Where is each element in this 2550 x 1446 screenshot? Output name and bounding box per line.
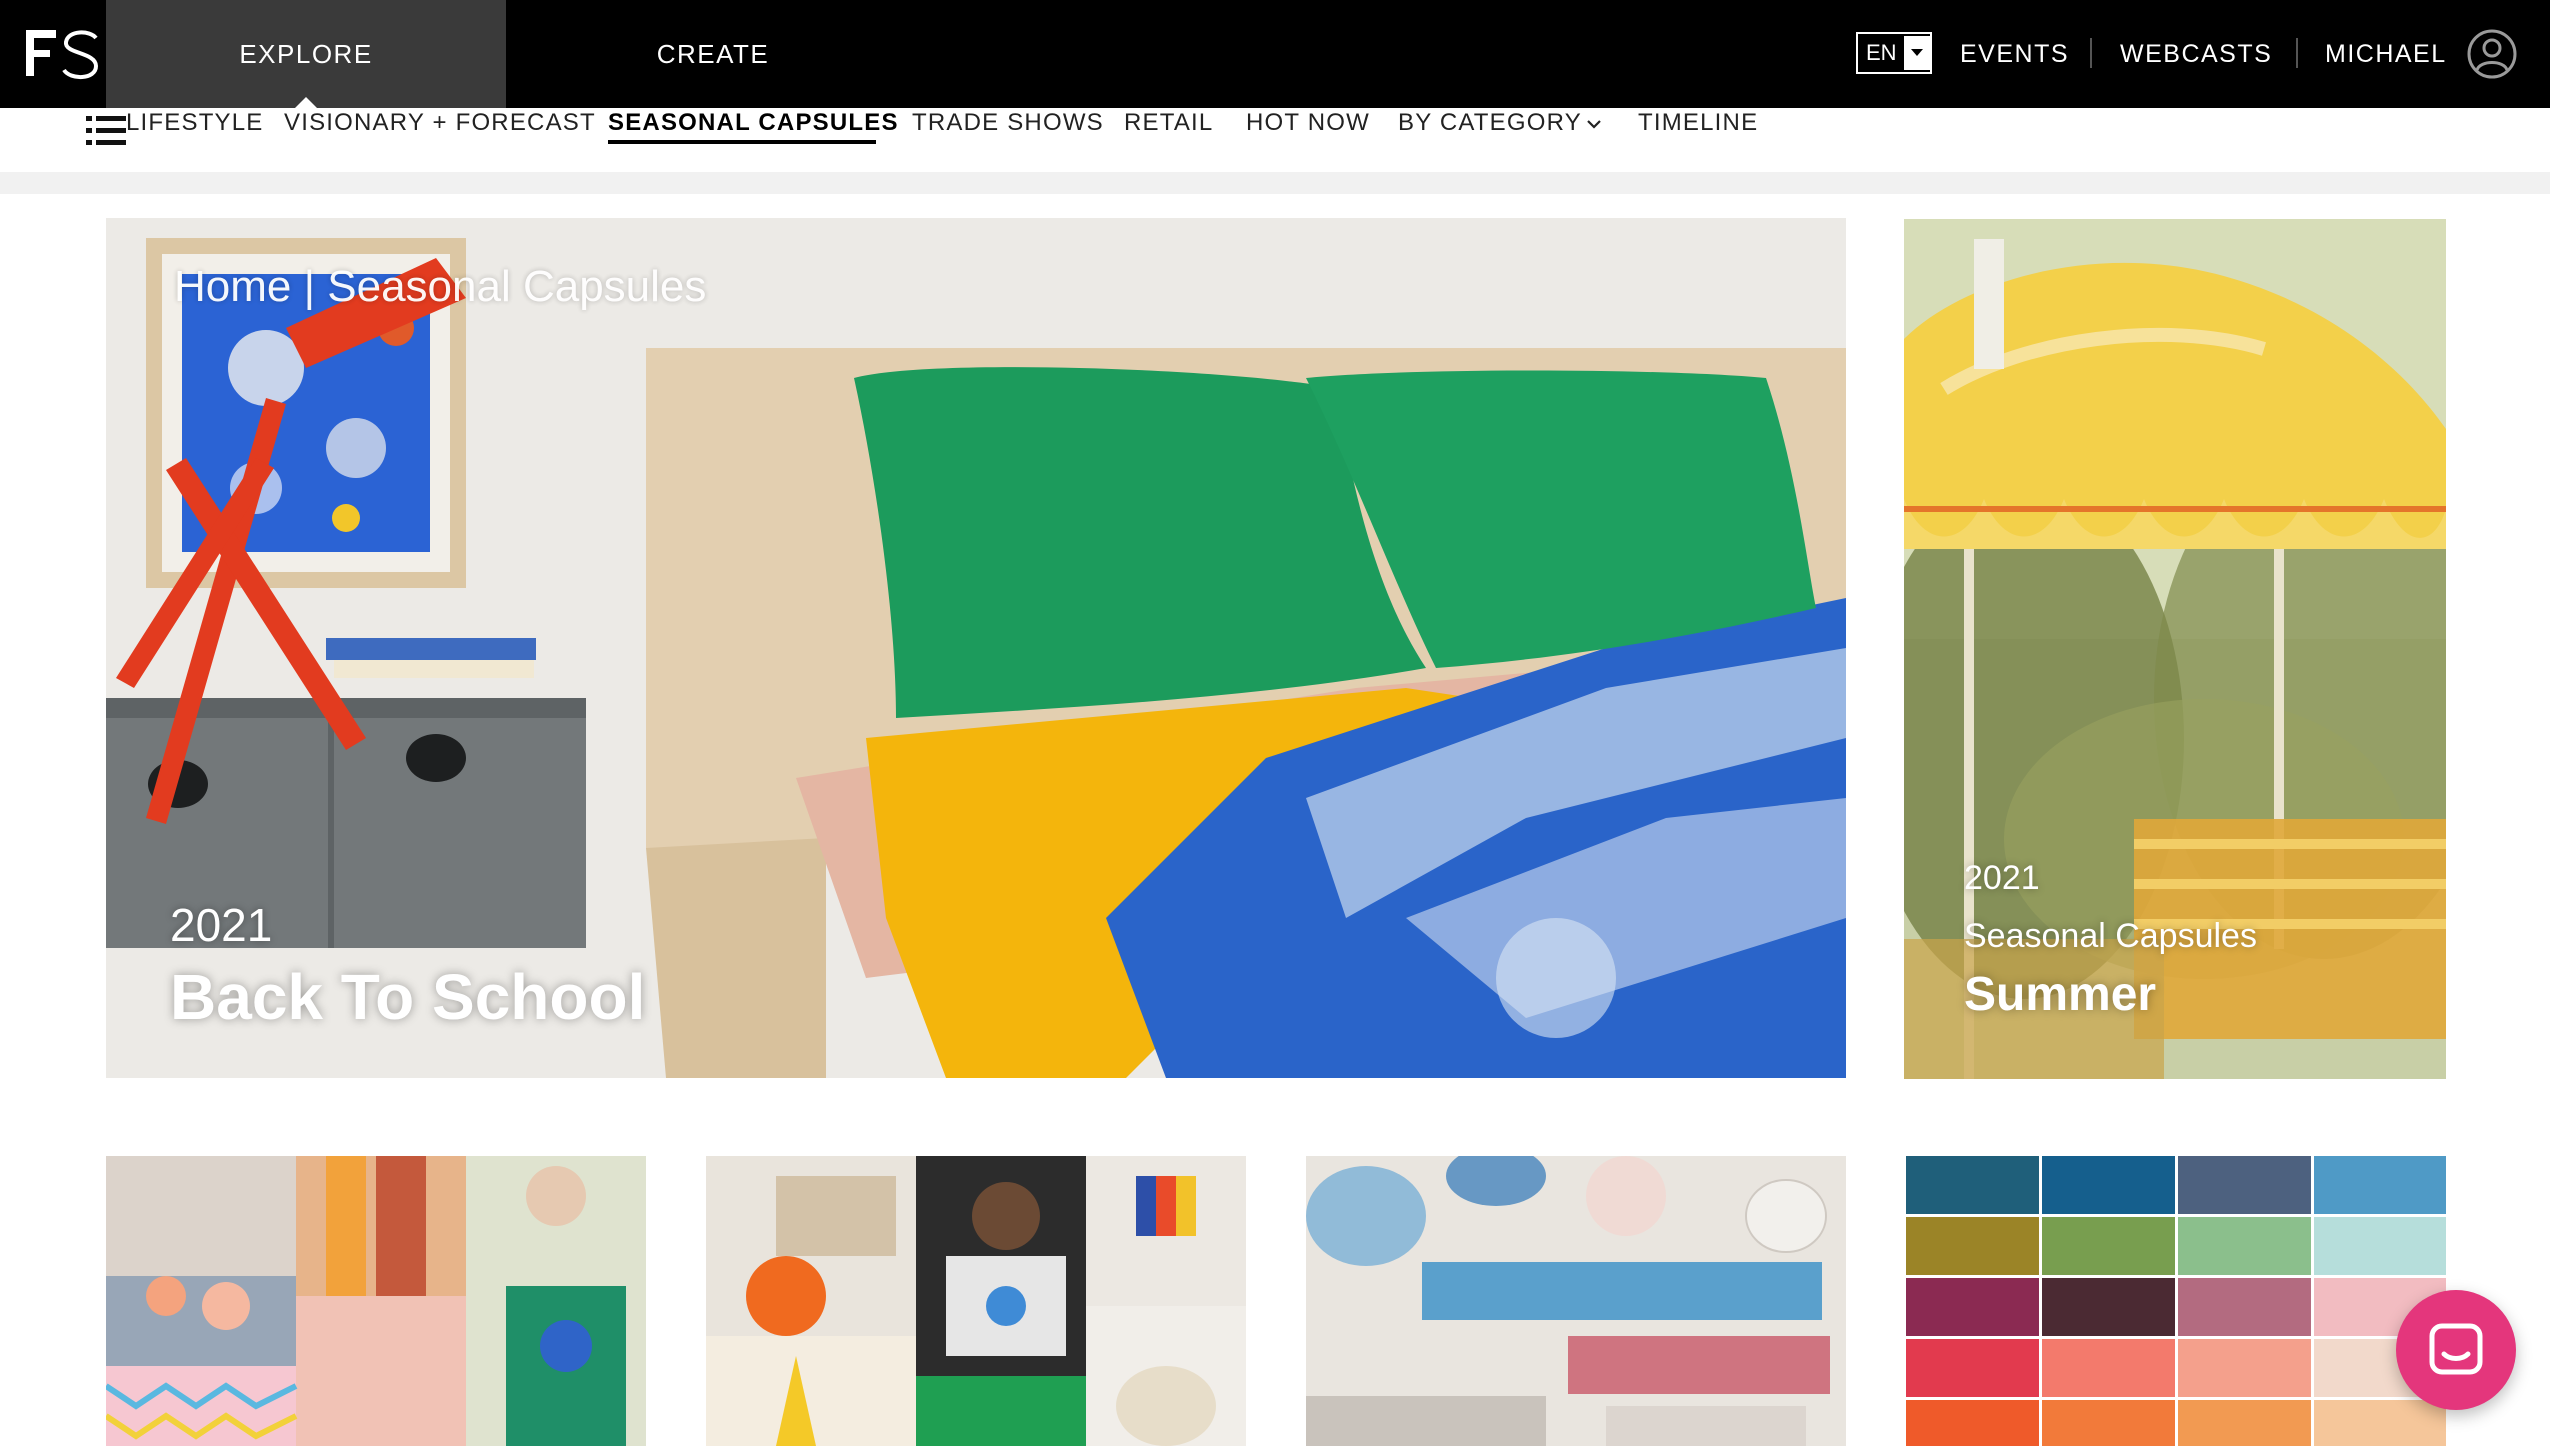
nav-spacer — [0, 172, 2550, 194]
user-menu-name[interactable]: MICHAEL — [2325, 0, 2447, 108]
fs-logo[interactable]: FS — [24, 24, 102, 84]
hero-side-title: Summer — [1964, 968, 2157, 1021]
nav-divider — [2296, 38, 2298, 68]
hamburger-list-icon[interactable] — [86, 110, 128, 152]
tableware-swatches-image — [1306, 1156, 1846, 1446]
language-selector[interactable]: EN — [1856, 32, 1932, 74]
active-tab-underline — [608, 140, 876, 144]
hero-title: Back To School — [170, 961, 646, 1033]
bedroom-photo — [106, 218, 1846, 1078]
breadcrumb[interactable]: Home | Seasonal Capsules — [174, 262, 706, 312]
color-palette-image — [1906, 1156, 2446, 1446]
tab-explore[interactable]: EXPLORE — [106, 0, 506, 109]
svg-text:FS: FS — [24, 24, 26, 25]
subnav-visionary-forecast[interactable]: VISIONARY + FORECAST — [284, 108, 596, 138]
card-youth-collage[interactable] — [706, 1156, 1246, 1446]
subnav-retail[interactable]: RETAIL — [1124, 108, 1213, 138]
youth-collage-image — [706, 1156, 1246, 1446]
caret-down-icon — [1904, 36, 1930, 70]
user-circle-icon[interactable] — [2466, 28, 2518, 80]
top-navigation-bar: FS EXPLORE CREATE EN EVENTS WEBCASTS MIC… — [0, 0, 2550, 109]
language-value: EN — [1866, 40, 1897, 65]
tab-create[interactable]: CREATE — [560, 0, 866, 108]
hero-side-year: 2021 — [1964, 859, 2040, 897]
hero-card-summer[interactable]: 2021 Seasonal Capsules Summer — [1904, 219, 2446, 1079]
events-link[interactable]: EVENTS — [1960, 0, 2069, 108]
subnav-hot-now[interactable]: HOT NOW — [1246, 108, 1370, 138]
subnav-by-category[interactable]: BY CATEGORY — [1398, 108, 1582, 138]
webcasts-link[interactable]: WEBCASTS — [2120, 0, 2272, 108]
chevron-down-icon[interactable] — [1584, 114, 1604, 134]
nav-divider — [2090, 38, 2092, 68]
subnav-seasonal-capsules[interactable]: SEASONAL CAPSULES — [608, 108, 899, 138]
tab-explore-label: EXPLORE — [239, 38, 373, 69]
tab-create-label: CREATE — [656, 38, 770, 69]
bedroom-collage-image — [106, 1156, 646, 1446]
subnav-timeline[interactable]: TIMELINE — [1638, 108, 1758, 138]
hero-year: 2021 — [170, 899, 273, 951]
card-color-palette[interactable] — [1906, 1156, 2446, 1446]
chat-bubble-icon — [2429, 1323, 2483, 1375]
subnav-trade-shows[interactable]: TRADE SHOWS — [912, 108, 1104, 138]
card-bedroom-collage[interactable] — [106, 1156, 646, 1446]
hero-card-back-to-school[interactable]: Home | Seasonal Capsules 2021 Back To Sc… — [106, 218, 1846, 1078]
subnav-lifestyle[interactable]: LIFESTYLE — [126, 108, 264, 138]
hero-side-subtitle: Seasonal Capsules — [1964, 917, 2257, 955]
chat-launcher-button[interactable] — [2396, 1290, 2516, 1410]
card-tableware-swatches[interactable] — [1306, 1156, 1846, 1446]
